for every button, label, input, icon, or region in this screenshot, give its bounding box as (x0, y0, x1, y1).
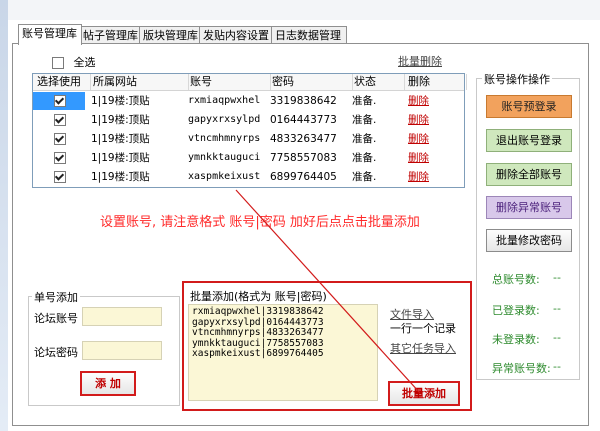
tab-label: 账号管理库 (22, 27, 77, 40)
annotation-line (235, 189, 421, 394)
annotation-arrow (235, 189, 421, 394)
tab-account-manager[interactable]: 账号管理库 (18, 24, 82, 45)
